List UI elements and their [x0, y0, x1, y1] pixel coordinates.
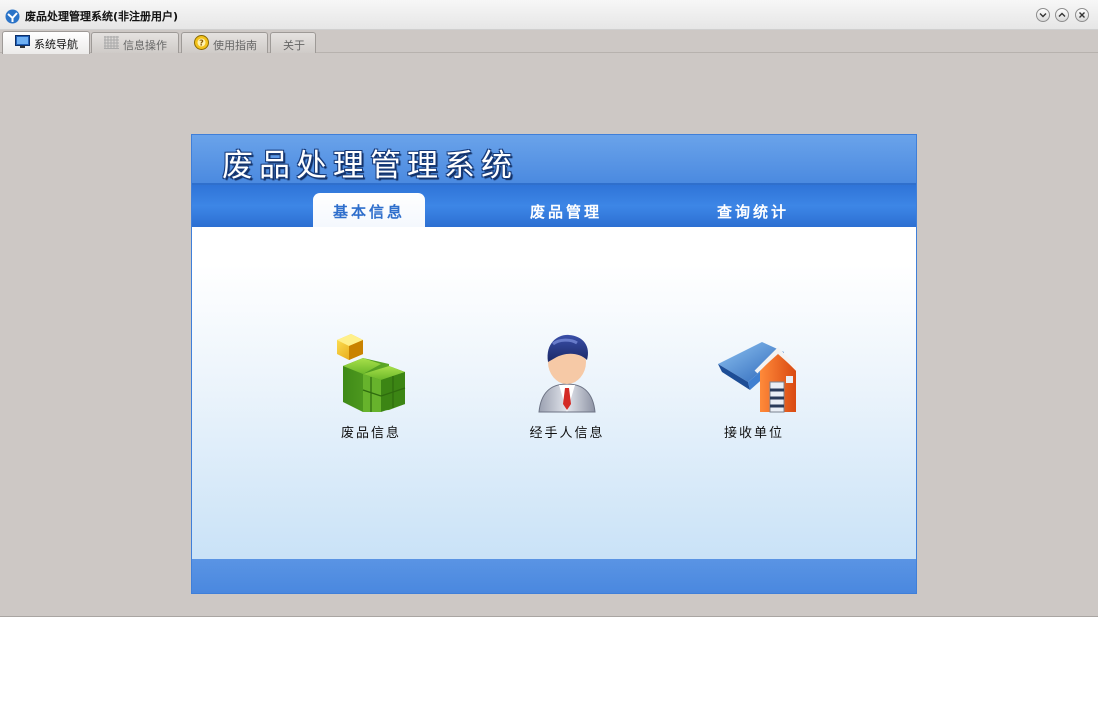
nav-query-statistics[interactable]: 查询统计 — [717, 201, 789, 222]
tab-info-operation[interactable]: 信息操作 — [91, 32, 179, 53]
tab-label: 系统导航 — [34, 38, 78, 51]
svg-text:?: ? — [199, 39, 204, 48]
maximize-button[interactable] — [1055, 8, 1069, 22]
module-nav-bar: 基本信息 废品管理 查询统计 — [192, 185, 916, 227]
minimize-button[interactable] — [1036, 8, 1050, 22]
module-label: 经手人信息 — [529, 426, 605, 441]
help-icon: ? — [194, 35, 209, 50]
window-title: 废品处理管理系统(非注册用户) — [25, 10, 179, 23]
module-label: 接收单位 — [723, 426, 784, 441]
navigation-panel: 废品处理管理系统 基本信息 废品管理 查询统计 废品信息 经手人信息 接收单位 — [191, 134, 917, 594]
nav-waste-management[interactable]: 废品管理 — [530, 201, 602, 222]
banner-title: 废品处理管理系统 — [222, 148, 518, 184]
module-label: 废品信息 — [340, 426, 401, 441]
nav-basic-info[interactable]: 基本信息 — [333, 201, 405, 222]
module-waste-info[interactable]: 废品信息 — [311, 330, 431, 445]
close-icon — [1079, 12, 1085, 18]
building-icon — [718, 342, 796, 413]
tab-user-guide[interactable]: ? 使用指南 — [181, 32, 268, 53]
grid-icon — [104, 36, 119, 49]
banner: 废品处理管理系统 — [192, 135, 916, 185]
tab-system-navigation[interactable]: 系统导航 — [2, 31, 90, 54]
tab-label: 关于 — [283, 39, 305, 52]
monitor-icon — [15, 35, 30, 48]
title-bar[interactable]: 废品处理管理系统(非注册用户) — [0, 0, 1098, 30]
maximize-icon — [1058, 12, 1066, 17]
app-logo-icon — [5, 9, 20, 24]
close-button[interactable] — [1075, 8, 1089, 22]
panel-footer-bar — [192, 559, 916, 593]
person-icon — [538, 334, 596, 413]
app-window: 废品处理管理系统(非注册用户) 系统导航 信息操作 ? 使用指南 关于 废品处理… — [0, 0, 1098, 617]
tab-about[interactable]: 关于 — [270, 32, 316, 53]
module-handler-info[interactable]: 经手人信息 — [507, 330, 627, 445]
tab-label: 使用指南 — [213, 39, 257, 52]
green-cubes-icon — [337, 334, 406, 412]
tab-strip: 系统导航 信息操作 ? 使用指南 关于 — [0, 30, 1098, 54]
tab-label: 信息操作 — [123, 39, 167, 52]
module-receiving-unit[interactable]: 接收单位 — [694, 330, 814, 445]
minimize-icon — [1039, 13, 1047, 18]
